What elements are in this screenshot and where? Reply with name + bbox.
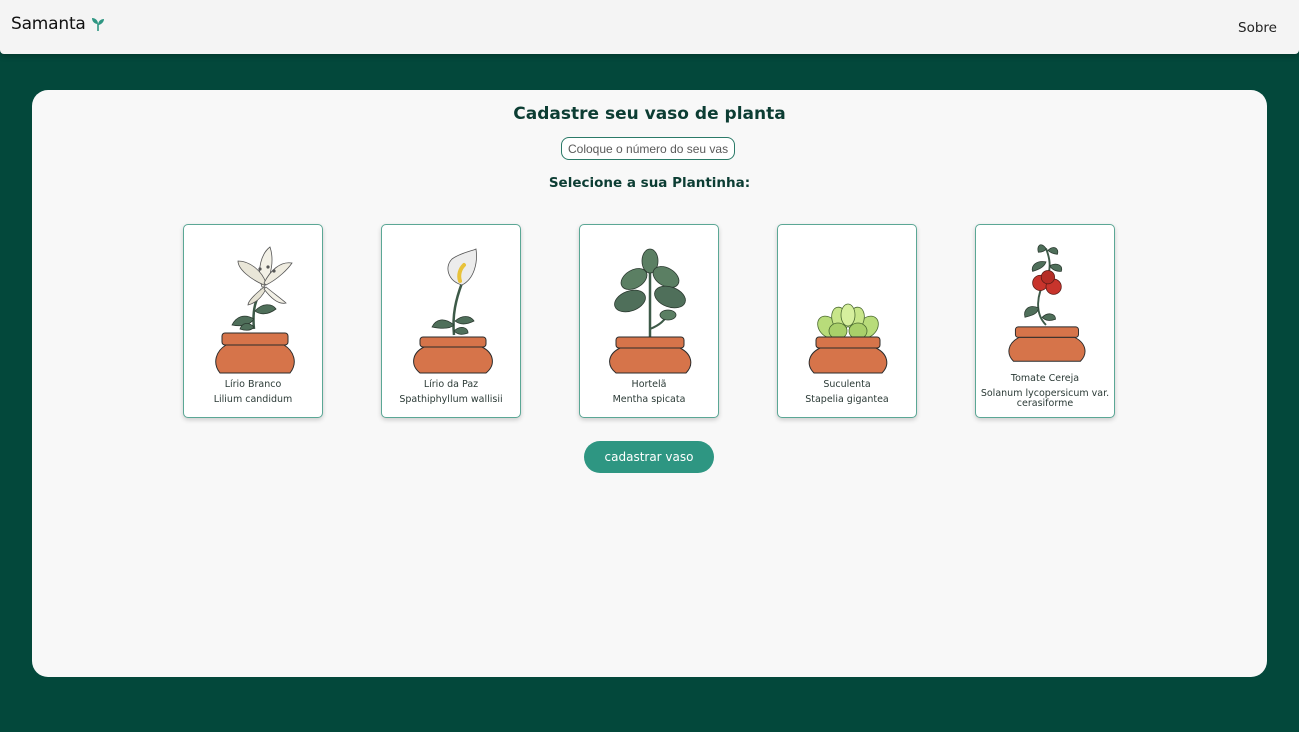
- page-title: Cadastre seu vaso de planta: [513, 104, 786, 124]
- plant-scientific-name: Solanum lycopersicum var. cerasiforme: [980, 388, 1110, 409]
- plant-scientific-name: Spathiphyllum wallisii: [399, 394, 503, 405]
- plant-name: Tomate Cereja: [1010, 373, 1080, 384]
- plant-name: Lírio da Paz: [423, 379, 479, 390]
- plant-card-hortela[interactable]: Hortelã Mentha spicata: [579, 224, 719, 418]
- succulent-icon: [808, 303, 888, 374]
- peace-lily-icon: [413, 248, 493, 374]
- cherry-tomato-icon: [1008, 244, 1086, 362]
- mint-icon: [609, 248, 692, 374]
- plant-scientific-name: Lilium candidum: [213, 394, 293, 405]
- vase-number-input[interactable]: [561, 137, 735, 160]
- sprout-icon: [91, 18, 104, 31]
- brand-logo[interactable]: Samanta: [11, 14, 106, 34]
- plant-options: Lírio Branco Lilium candidum Lírio da Pa…: [183, 224, 1115, 420]
- brand-name: Samanta: [11, 14, 86, 34]
- plant-name: Hortelã: [631, 379, 667, 390]
- register-vase-button[interactable]: cadastrar vaso: [584, 441, 714, 473]
- about-link[interactable]: Sobre: [1238, 20, 1277, 36]
- plant-card-suculenta[interactable]: Suculenta Stapelia gigantea: [777, 224, 917, 418]
- plant-scientific-name: Mentha spicata: [612, 394, 686, 405]
- plant-name: Suculenta: [823, 379, 871, 390]
- plant-scientific-name: Stapelia gigantea: [805, 394, 889, 405]
- plant-name: Lírio Branco: [224, 379, 282, 390]
- plant-card-lirio-da-paz[interactable]: Lírio da Paz Spathiphyllum wallisii: [381, 224, 521, 418]
- plant-card-tomate-cereja[interactable]: Tomate Cereja Solanum lycopersicum var. …: [975, 224, 1115, 418]
- plant-card-lirio-branco[interactable]: Lírio Branco Lilium candidum: [183, 224, 323, 418]
- register-card: Cadastre seu vaso de planta Selecione a …: [32, 90, 1267, 677]
- top-navbar: Samanta Sobre: [0, 0, 1299, 54]
- white-lily-icon: [215, 246, 295, 374]
- plant-select-label: Selecione a sua Plantinha:: [548, 175, 751, 191]
